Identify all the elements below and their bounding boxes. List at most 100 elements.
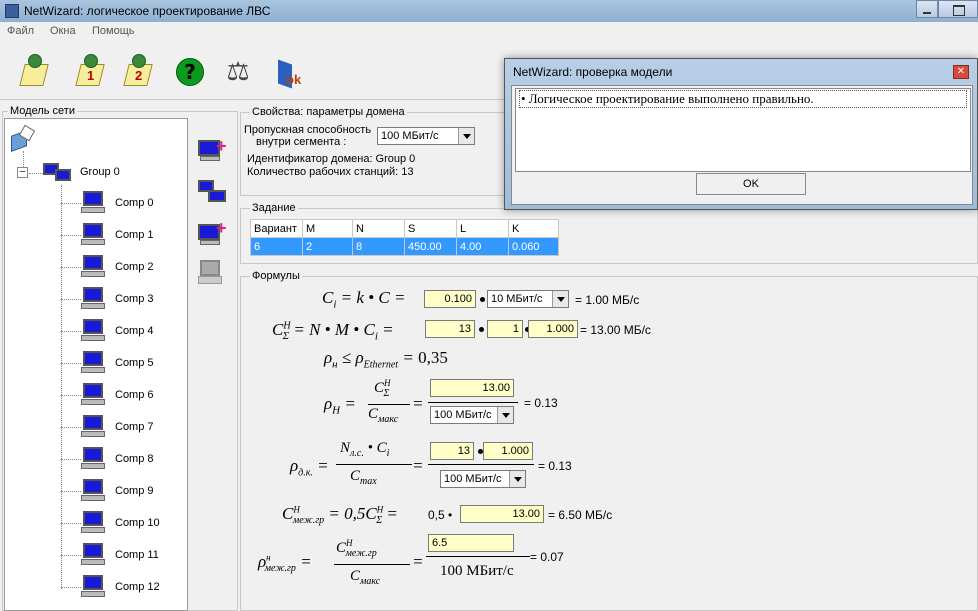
k-field[interactable]: 0.100 [424,290,476,308]
group-icon[interactable] [43,159,75,185]
computer-icon[interactable] [81,351,105,373]
formula-rho-domain: ρд.к. = [290,456,329,479]
network-settings-icon[interactable] [196,178,230,210]
computer-icon[interactable] [81,511,105,533]
chevron-down-icon[interactable] [458,128,474,144]
table-cell[interactable]: 8 [352,237,405,256]
tree-group-0[interactable]: Group 0 [80,166,120,178]
rho-intergroup-result: = 0.07 [530,550,564,564]
network-tree[interactable]: – Group 0 Comp 0 Comp 1 Comp 2 Comp 3 Comp 4… [4,118,188,611]
properties-label: Свойства: параметры домена [250,106,407,118]
minimize-button[interactable] [916,0,938,18]
maximize-button[interactable] [938,0,978,18]
n-field[interactable]: 13 [425,320,475,338]
title-bar: NetWizard: логическое проектирование ЛВС [0,0,978,22]
rho-h-denominator-select[interactable]: 100 МБит/с [430,406,514,424]
table-header: K [508,219,559,238]
computer-icon[interactable] [81,319,105,341]
tree-item[interactable]: Comp 1 [115,229,154,241]
formula-c-intergroup: CHмеж.гр = 0,5CHΣ = [282,504,398,527]
dialog-message: • Логическое проектирование выполнено пр… [519,90,967,108]
ok-button[interactable]: OK [696,173,806,195]
formulas-label: Формулы [250,270,302,282]
computer-icon[interactable] [81,415,105,437]
computer-icon[interactable] [81,543,105,565]
table-cell[interactable]: 6 [250,237,303,256]
step-1-icon[interactable]: 1 [74,54,110,90]
table-header: N [352,219,405,238]
network-root-icon[interactable] [9,124,36,152]
chevron-down-icon[interactable] [497,407,513,423]
formula-rho-limit: ρн ≤ ρEthernet = 0,35 [324,348,448,371]
table-row[interactable]: 6 2 8 450.00 4.00 0.060 [250,237,559,256]
task-table[interactable]: Вариант M N S L K 6 2 8 450.00 4.00 0.06… [250,219,559,256]
tree-item[interactable]: Comp 12 [115,581,160,593]
step-2-icon[interactable]: 2 [122,54,158,90]
tree-item[interactable]: Comp 10 [115,517,160,529]
tree-item[interactable]: Comp 4 [115,325,154,337]
table-cell[interactable]: 4.00 [456,237,509,256]
computer-icon[interactable] [81,287,105,309]
app-icon [5,4,19,18]
table-cell[interactable]: 2 [302,237,353,256]
add-computer-icon[interactable]: + [196,218,230,250]
ci-field[interactable]: 1.000 [528,320,578,338]
chevron-down-icon[interactable] [509,471,525,487]
delete-computer-icon[interactable] [196,256,230,288]
tree-item[interactable]: Comp 7 [115,421,154,433]
close-icon[interactable]: ✕ [953,65,969,79]
menu-file[interactable]: Файл [7,25,34,37]
tree-item[interactable]: Comp 9 [115,485,154,497]
help-icon[interactable]: ? [172,54,208,90]
table-header: M [302,219,353,238]
bandwidth-label-2: внутри сегмента : [256,136,347,148]
tree-item[interactable]: Comp 3 [115,293,154,305]
computer-icon[interactable] [81,575,105,597]
computer-icon[interactable] [81,447,105,469]
m-field[interactable]: 1 [487,320,523,338]
menu-windows[interactable]: Окна [50,25,76,37]
c-sigma-result: = 13.00 МБ/с [580,323,651,337]
task-label: Задание [250,202,298,214]
dialog-message-list[interactable]: • Логическое проектирование выполнено пр… [515,88,971,172]
ok-icon[interactable]: ok [274,54,310,90]
menu-help[interactable]: Помощь [92,25,135,37]
intergroup-numerator-field[interactable]: 6.5 [428,534,514,552]
new-task-icon[interactable] [18,54,54,90]
computer-icon[interactable] [81,223,105,245]
tree-item[interactable]: Comp 2 [115,261,154,273]
intergroup-c-field[interactable]: 13.00 [460,505,544,523]
tree-item[interactable]: Comp 0 [115,197,154,209]
intergroup-coef: 0,5 • [428,508,453,522]
computer-icon[interactable] [81,255,105,277]
rho-domain-result: = 0.13 [538,459,572,473]
tree-item[interactable]: Comp 5 [115,357,154,369]
tree-item[interactable]: Comp 11 [115,549,159,561]
computer-icon[interactable] [81,479,105,501]
channel-speed-select[interactable]: 10 МБит/с [487,290,569,308]
rho-h-numerator[interactable]: 13.00 [430,379,514,397]
formula-rho-intergroup: ρнмеж.гр = [258,552,312,575]
window-title: NetWizard: логическое проектирование ЛВС [24,4,271,18]
computer-icon[interactable] [81,383,105,405]
table-cell[interactable]: 450.00 [404,237,457,256]
add-group-icon[interactable]: + [196,136,230,168]
menu-bar: Файл Окна Помощь [0,22,978,40]
domain-denominator-select[interactable]: 100 МБит/с [440,470,526,488]
table-header: Вариант [250,219,303,238]
tree-item[interactable]: Comp 6 [115,389,154,401]
domain-ci-field[interactable]: 1.000 [483,442,533,460]
formula-rho-h: ρH = [324,394,356,417]
check-model-icon[interactable]: ⚖ [220,54,256,90]
collapse-toggle[interactable]: – [17,167,28,178]
tree-item[interactable]: Comp 8 [115,453,154,465]
bandwidth-select[interactable]: 100 МБит/с [377,127,475,145]
table-cell[interactable]: 0.060 [508,237,559,256]
formula-c-sigma: CHΣ = N • M • Ci = [272,320,394,343]
network-model-label: Модель сети [8,105,77,117]
domain-n-field[interactable]: 13 [430,442,474,460]
workstation-count: Количество рабочих станций: 13 [247,166,414,178]
ci-result: = 1.00 МБ/с [575,293,640,307]
computer-icon[interactable] [81,191,105,213]
chevron-down-icon[interactable] [552,291,568,307]
